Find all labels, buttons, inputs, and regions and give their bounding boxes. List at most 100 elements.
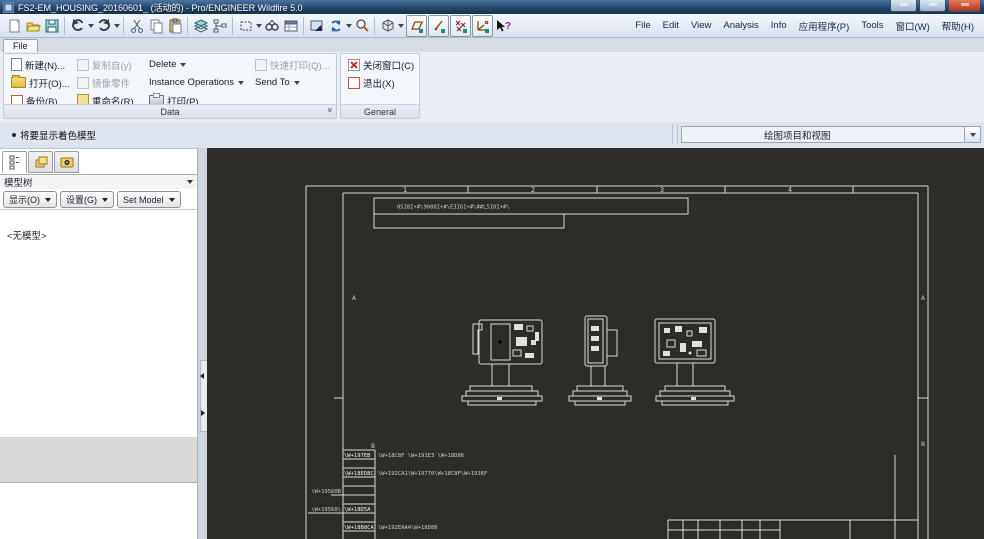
app-icon [3,2,14,13]
window-title: FS2-EM_HOUSING_20160601_ (活动的) - Pro/ENG… [18,1,303,14]
quick-print-icon [255,59,267,71]
close-window-button[interactable]: 关闭窗口(C) [345,56,417,73]
undo-icon[interactable] [68,16,87,36]
no-model-label: <无模型> [7,228,47,242]
ribbon-group-data: 新建(N)... 复制自(y) Delete 快速打印(Q)... 打开(O).… [3,53,337,119]
new-button[interactable]: 新建(N)... [8,56,68,73]
copy-icon[interactable] [146,16,165,36]
data-group-expand-icon[interactable] [325,107,335,112]
menu-file[interactable]: File [629,20,656,31]
drawing-canvas[interactable]: 1 2 3 4 A A B B 05I8I+#\9008I+#\E3I6I+#\… [207,148,984,539]
panel-sash[interactable] [197,148,207,539]
send-to-dropdown-icon [294,81,300,85]
save-icon[interactable] [42,16,61,36]
datum-point-toggle[interactable] [450,15,471,37]
redo-icon[interactable] [94,16,113,36]
maximize-button[interactable] [919,0,946,12]
open-button[interactable]: 打开(O)... [8,74,73,91]
minimize-button[interactable] [890,0,917,12]
datum-plane-toggle[interactable] [406,15,427,37]
repaint-icon[interactable] [326,16,345,36]
model-tree-icon[interactable] [210,16,229,36]
copy-from-icon [77,59,89,71]
tab-layer-tree[interactable] [28,151,53,173]
copy-from-button[interactable]: 复制自(y) [74,56,135,73]
menu-edit[interactable]: Edit [657,20,685,31]
redo-dropdown[interactable] [114,24,120,28]
collapse-left-icon[interactable] [200,373,204,379]
status-row: 将要显示着色模型 绘图项目和视图 [0,122,984,149]
layers-icon[interactable] [191,16,210,36]
tab-file[interactable]: File [3,39,38,52]
send-to-button[interactable]: Send To [252,74,303,91]
drawing-items-combo-arrow[interactable] [964,127,980,142]
context-help-icon[interactable]: ? [493,16,512,36]
exit-icon [348,77,360,89]
zoom-icon[interactable] [352,16,371,36]
tab-views[interactable] [54,151,79,173]
menu-tools[interactable]: Tools [855,20,889,31]
views-tab-icon [59,154,75,170]
panel-divider-band [0,437,197,483]
layer-tree-tab-icon [33,154,49,170]
view-side [569,316,631,405]
datum-csys-toggle[interactable] [472,15,493,37]
view-front [462,320,542,405]
close-window-icon [348,59,360,71]
cut-icon[interactable] [127,16,146,36]
titlebar: FS2-EM_HOUSING_20160601_ (活动的) - Pro/ENG… [0,0,984,14]
sheet-frame: 1 2 3 4 A A B B [306,186,928,539]
rev-row-3-box: \W+18D5A [344,507,371,513]
menubar: File Edit View Analysis Info 应用程序(P) Too… [629,14,984,37]
set-model-button[interactable]: Set Model [117,191,181,208]
select-box-icon[interactable] [236,16,255,36]
menu-view[interactable]: View [685,20,717,31]
paste-icon[interactable] [165,16,184,36]
zone-letter-b-left: B [371,442,375,450]
drawing-items-combo-value: 绘图项目和视图 [682,128,831,142]
exit-button[interactable]: 退出(X) [345,74,398,91]
options-icon[interactable] [281,16,300,36]
tab-model-tree[interactable] [2,151,27,173]
zone-letter-a-left: A [352,294,356,302]
general-group-footer: General [341,104,419,118]
close-button[interactable] [948,0,981,12]
mirror-part-button[interactable]: 镜像零件 [74,74,133,91]
view-manager-icon[interactable] [307,16,326,36]
model-tree-header-menu-icon[interactable] [187,180,193,184]
rev-row-2-left: \W+19560B [311,489,341,495]
menu-help[interactable]: 帮助(H) [936,19,980,33]
drawing-items-combo[interactable]: 绘图项目和视图 [681,126,981,143]
menu-analysis[interactable]: Analysis [717,20,764,31]
data-group-footer: Data [4,104,336,118]
rev-row-1-box: \W+18ED8C [344,471,374,477]
rev-row-0-box: \W+197EB [344,453,371,459]
set-model-dropdown-icon [169,198,175,202]
new-file-icon[interactable] [4,16,23,36]
model-tree-tab-icon [7,154,23,170]
display-button[interactable]: 显示(O) [3,191,57,208]
datum-axis-toggle[interactable] [428,15,449,37]
display-dropdown-icon [45,198,51,202]
menu-applications[interactable]: 应用程序(P) [793,19,856,33]
title-block [668,455,918,539]
settings-button[interactable]: 设置(G) [60,191,114,208]
ribbon: 新建(N)... 复制自(y) Delete 快速打印(Q)... 打开(O).… [0,52,984,122]
find-icon[interactable] [262,16,281,36]
quick-print-button[interactable]: 快速打印(Q)... [252,56,333,73]
model-tree-header: 模型树 [0,174,197,189]
delete-button[interactable]: Delete [146,56,189,73]
orientation-icon[interactable] [378,16,397,36]
collapse-right-icon[interactable] [201,410,205,416]
model-tree-panel: 模型树 显示(O) 设置(G) Set Model <无模型> [0,148,197,539]
menu-window[interactable]: 窗口(W) [890,19,936,33]
instance-operations-button[interactable]: Instance Operations [146,74,247,91]
open-icon[interactable] [23,16,42,36]
model-tree-content[interactable]: <无模型> [0,209,197,539]
rev-row-4-box: \W+18B8CA [344,525,374,531]
delete-dropdown-icon [180,63,186,67]
zone-letter-b-right: B [921,440,925,448]
orientation-dropdown[interactable] [398,24,404,28]
mirror-part-icon [77,77,89,89]
menu-info[interactable]: Info [765,20,793,31]
